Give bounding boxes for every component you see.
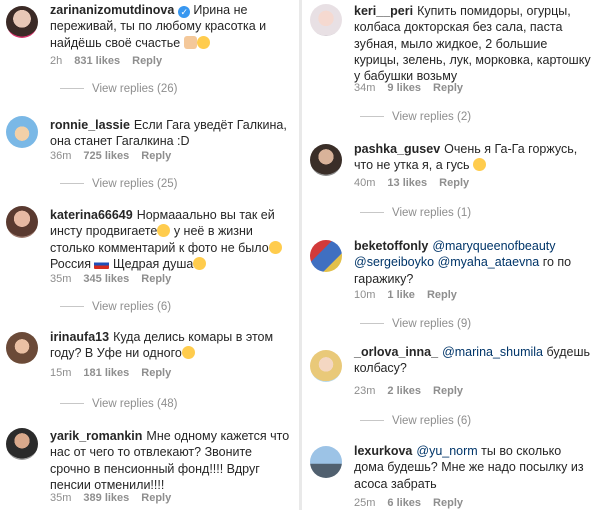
reply-button[interactable]: Reply: [132, 55, 162, 67]
timestamp[interactable]: 15m: [50, 367, 71, 379]
avatar[interactable]: [310, 446, 342, 478]
view-replies-link[interactable]: View replies (25): [60, 178, 177, 190]
username[interactable]: katerina66649: [50, 208, 133, 222]
laughing-emoji-icon: [473, 158, 487, 172]
praying-hands-emoji-icon: [183, 35, 197, 49]
avatar[interactable]: [310, 144, 342, 176]
shrug-emoji-icon: [181, 346, 195, 360]
column-divider: [299, 0, 302, 510]
username[interactable]: ronnie_lassie: [50, 118, 130, 132]
comment-text: katerina66649 Нормааально вы так ей инсту…: [50, 207, 290, 272]
likes-count[interactable]: 6 likes: [387, 497, 421, 509]
reply-button[interactable]: Reply: [439, 177, 469, 189]
likes-count[interactable]: 2 likes: [387, 385, 421, 397]
mention-link[interactable]: @maryqueenofbeauty: [432, 239, 555, 253]
likes-count[interactable]: 725 likes: [83, 150, 129, 162]
timestamp[interactable]: 2h: [50, 55, 62, 67]
comment-meta: 35m 345 likes Reply: [50, 273, 171, 285]
timestamp[interactable]: 25m: [354, 497, 375, 509]
avatar[interactable]: [6, 206, 38, 238]
comments-column-left: zarinanizomutdinova ✓ Ирина не переживай, …: [0, 0, 296, 510]
username[interactable]: yarik_romankin: [50, 429, 142, 443]
verified-badge-icon: ✓: [178, 6, 191, 18]
comment-text: _orlova_inna_ @marina_shumila будешь колб…: [354, 345, 590, 376]
avatar[interactable]: [6, 332, 38, 364]
grinning-emoji-icon: [193, 256, 207, 270]
username[interactable]: pashka_gusev: [354, 142, 440, 156]
timestamp[interactable]: 34m: [354, 82, 375, 94]
facepalm-emoji-icon: [268, 240, 282, 254]
likes-count[interactable]: 181 likes: [83, 367, 129, 379]
comment-text: keri__peri Купить помидоры, огурцы, колба…: [354, 4, 591, 84]
russia-flag-icon: [94, 258, 110, 269]
timestamp[interactable]: 40m: [354, 177, 375, 189]
reply-button[interactable]: Reply: [141, 273, 171, 285]
username[interactable]: lexurkova: [354, 444, 412, 458]
reply-button[interactable]: Reply: [141, 492, 171, 504]
comment-text: beketoffonly @maryqueenofbeauty @sergeibo…: [354, 239, 572, 286]
reply-button[interactable]: Reply: [427, 289, 457, 301]
username[interactable]: zarinanizomutdinova: [50, 3, 174, 17]
mention-link[interactable]: @sergeiboyko: [354, 255, 434, 269]
username[interactable]: beketoffonly: [354, 239, 428, 253]
crying-face-emoji-icon: [196, 35, 210, 49]
comment-meta: 23m 2 likes Reply: [354, 385, 463, 397]
view-replies-link[interactable]: View replies (6): [60, 301, 171, 313]
comment-text: yarik_romankin Мне одному кажется что нас…: [50, 429, 290, 492]
view-replies-link[interactable]: View replies (9): [360, 318, 471, 330]
avatar[interactable]: [6, 6, 38, 38]
view-replies-link[interactable]: View replies (48): [60, 398, 177, 410]
likes-count[interactable]: 13 likes: [387, 177, 427, 189]
comments-screenshot: zarinanizomutdinova ✓ Ирина не переживай, …: [0, 0, 600, 510]
reply-button[interactable]: Reply: [433, 385, 463, 397]
comment-meta: 40m 13 likes Reply: [354, 177, 469, 189]
mention-link[interactable]: @myaha_ataevna: [438, 255, 540, 269]
timestamp[interactable]: 10m: [354, 289, 375, 301]
likes-count[interactable]: 1 like: [387, 289, 415, 301]
mention-link[interactable]: @marina_shumila: [442, 345, 543, 359]
view-replies-link[interactable]: View replies (6): [360, 415, 471, 427]
timestamp[interactable]: 35m: [50, 273, 71, 285]
reply-button[interactable]: Reply: [433, 82, 463, 94]
reply-button[interactable]: Reply: [141, 367, 171, 379]
comment-meta: 34m 9 likes Reply: [354, 82, 463, 94]
comment-text: ronnie_lassie Если Гага уведёт Галкина, о…: [50, 118, 287, 149]
comment-meta: 2h 831 likes Reply: [50, 55, 162, 67]
comment-text: lexurkova @yu_norm ты во сколько дома буд…: [354, 444, 584, 491]
view-replies-link[interactable]: View replies (2): [360, 111, 471, 123]
username[interactable]: keri__peri: [354, 4, 413, 18]
username[interactable]: _orlova_inna_: [354, 345, 438, 359]
comment-text: zarinanizomutdinova ✓ Ирина не переживай, …: [50, 3, 267, 50]
username[interactable]: irinaufa13: [50, 330, 109, 344]
timestamp[interactable]: 23m: [354, 385, 375, 397]
comment-text: irinaufa13 Куда делись комары в этом году…: [50, 330, 274, 361]
avatar[interactable]: [310, 240, 342, 272]
likes-count[interactable]: 345 likes: [83, 273, 129, 285]
mention-link[interactable]: @yu_norm: [416, 444, 477, 458]
avatar[interactable]: [310, 4, 342, 36]
comment-text: pashka_gusev Очень я Га-Га горжусь, что н…: [354, 142, 578, 173]
likes-count[interactable]: 389 likes: [83, 492, 129, 504]
likes-count[interactable]: 831 likes: [74, 55, 120, 67]
comment-meta: 35m 389 likes Reply: [50, 492, 171, 504]
avatar[interactable]: [6, 116, 38, 148]
comment-meta: 25m 6 likes Reply: [354, 497, 463, 509]
timestamp[interactable]: 36m: [50, 150, 71, 162]
reply-button[interactable]: Reply: [433, 497, 463, 509]
comment-meta: 10m 1 like Reply: [354, 289, 457, 301]
grinning-emoji-icon: [157, 224, 171, 238]
timestamp[interactable]: 35m: [50, 492, 71, 504]
reply-button[interactable]: Reply: [141, 150, 171, 162]
view-replies-link[interactable]: View replies (26): [60, 83, 177, 95]
comment-meta: 15m 181 likes Reply: [50, 367, 171, 379]
view-replies-link[interactable]: View replies (1): [360, 207, 471, 219]
avatar[interactable]: [6, 428, 38, 460]
comments-column-right: keri__peri Купить помидоры, огурцы, колба…: [304, 0, 600, 510]
comment-meta: 36m 725 likes Reply: [50, 150, 171, 162]
likes-count[interactable]: 9 likes: [387, 82, 421, 94]
avatar[interactable]: [310, 350, 342, 382]
